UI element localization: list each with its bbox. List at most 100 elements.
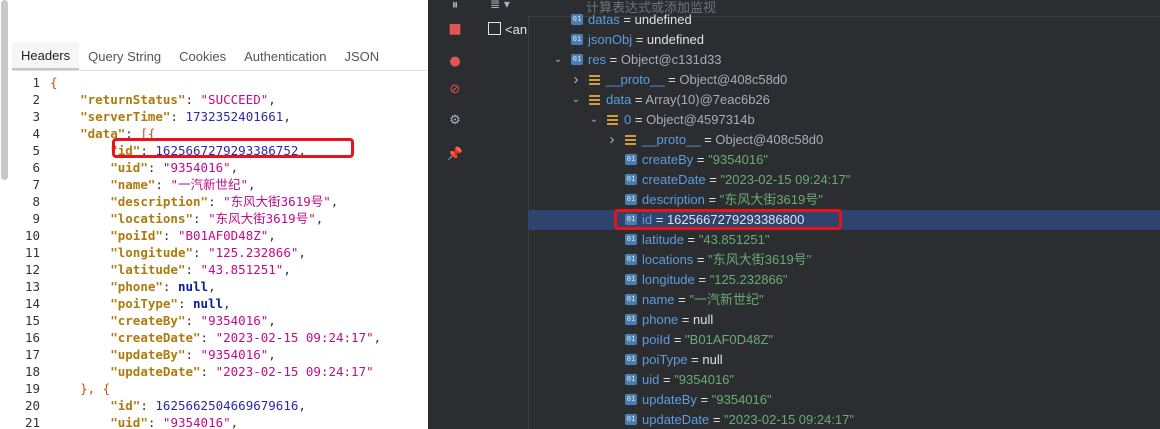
view-breakpoints-icon[interactable]: ● — [446, 52, 464, 70]
variable-name: uid — [642, 372, 660, 387]
code-text: "poiId": "B01AF0D48Z", — [50, 228, 276, 243]
code-line: 15 "createBy": "9354016", — [12, 312, 428, 329]
code-line: 14 "poiType": null, — [12, 295, 428, 312]
vertical-scrollbar[interactable] — [1, 0, 8, 180]
highlight-id-right — [614, 209, 842, 230]
code-token: : — [193, 245, 209, 260]
field-icon: 01 — [625, 374, 637, 385]
variable-name: data — [606, 92, 632, 107]
mute-breakpoints-icon[interactable]: ⊘ — [446, 80, 464, 98]
tab-authentication[interactable]: Authentication — [235, 42, 335, 70]
code-token: : — [170, 109, 186, 124]
variable-row[interactable]: › __proto__ = Object@408c58d0 — [528, 130, 1160, 150]
code-token: : — [185, 313, 201, 328]
variable-equals: = — [619, 12, 635, 27]
variable-row[interactable]: ⌄ 01 res = Object@c131d33 — [528, 50, 1160, 70]
code-token: : — [200, 364, 216, 379]
variable-name: updateDate — [642, 412, 710, 427]
variable-name: phone — [642, 312, 679, 327]
list-icon[interactable]: ≣ ▾ — [490, 0, 510, 11]
variable-row[interactable]: 01 createBy = "9354016" — [528, 150, 1160, 170]
variable-name: locations — [642, 252, 694, 267]
line-number: 19 — [24, 381, 40, 396]
code-token: : — [147, 160, 163, 175]
variable-row[interactable]: 01 updateDate = "2023-02-15 09:24:17" — [528, 410, 1160, 429]
variable-value: undefined — [634, 12, 692, 27]
code-text: "returnStatus": "SUCCEED", — [50, 92, 276, 107]
frame-icon — [488, 22, 501, 35]
variable-row[interactable]: › __proto__ = Object@408c58d0 — [528, 70, 1160, 90]
code-line: 1{ — [12, 74, 428, 91]
code-token: "uid" — [110, 415, 148, 429]
variable-name: jsonObj — [588, 32, 633, 47]
line-number: 9 — [32, 211, 40, 226]
code-token: "description" — [110, 194, 209, 209]
code-token: null — [177, 279, 209, 294]
variable-row[interactable]: 01 latitude = "43.851251" — [528, 230, 1160, 250]
tab-json[interactable]: JSON — [336, 42, 389, 70]
code-token: , — [298, 398, 306, 413]
variable-row[interactable]: 01 jsonObj = undefined — [528, 30, 1160, 50]
variable-row[interactable]: 01 createDate = "2023-02-15 09:24:17" — [528, 170, 1160, 190]
code-token: : — [200, 330, 216, 345]
line-number: 15 — [24, 313, 40, 328]
code-token: "B01AF0D48Z" — [177, 228, 269, 243]
variable-label: createDate = "2023-02-15 09:24:17" — [642, 170, 850, 190]
settings-icon[interactable]: ⚙ — [446, 111, 464, 129]
variable-row[interactable]: 01 poiType = null — [528, 350, 1160, 370]
code-text: "latitude": "43.851251", — [50, 262, 291, 277]
code-token: }, { — [80, 381, 111, 396]
variable-label: updateDate = "2023-02-15 09:24:17" — [642, 410, 854, 429]
stop-icon[interactable]: ■ — [446, 20, 464, 38]
variable-label: data = Array(10)@7eac6b26 — [606, 90, 770, 110]
line-number: 14 — [24, 296, 40, 311]
variable-row[interactable]: 01 description = "东风大街3619号" — [528, 190, 1160, 210]
variable-row[interactable]: 01 phone = null — [528, 310, 1160, 330]
variable-row[interactable]: 01 updateBy = "9354016" — [528, 390, 1160, 410]
code-token: "updateDate" — [110, 364, 201, 379]
variable-row[interactable]: ⌄ 0 = Object@4597314b — [528, 110, 1160, 130]
variable-row[interactable]: 01 uid = "9354016" — [528, 370, 1160, 390]
pause-icon[interactable]: ⏸ — [446, 0, 464, 14]
line-number: 18 — [24, 364, 40, 379]
variable-row[interactable]: 01 locations = "东风大街3619号" — [528, 250, 1160, 270]
code-token: "returnStatus" — [80, 92, 186, 107]
chevron-down-icon[interactable]: ⌄ — [571, 90, 581, 110]
variable-row[interactable]: 01 poiId = "B01AF0D48Z" — [528, 330, 1160, 350]
chevron-down-icon[interactable]: ⌄ — [589, 110, 599, 130]
variable-row[interactable]: 01 datas = undefined — [528, 10, 1160, 30]
pin-icon[interactable]: 📌 — [446, 145, 464, 163]
tab-cookies[interactable]: Cookies — [170, 42, 235, 70]
object-icon — [607, 115, 618, 125]
chevron-right-icon[interactable]: › — [571, 70, 581, 90]
frame-item[interactable]: <an — [488, 22, 527, 37]
code-text: "locations": "东风大街3619号", — [50, 211, 323, 226]
code-token: "latitude" — [110, 262, 186, 277]
tab-headers[interactable]: Headers — [12, 42, 80, 70]
code-token: : — [185, 347, 201, 362]
variable-label: locations = "东风大街3619号" — [642, 250, 811, 270]
object-icon — [589, 75, 600, 85]
variable-row[interactable]: ⌄ data = Array(10)@7eac6b26 — [528, 90, 1160, 110]
json-response-viewer[interactable]: 1{2 "returnStatus": "SUCCEED", 3 "serverT… — [12, 74, 428, 429]
variable-row[interactable]: 01 name = "一汽新世纪" — [528, 290, 1160, 310]
variable-name: description — [642, 192, 705, 207]
code-line: 18 "updateDate": "2023-02-15 09:24:17" — [12, 363, 428, 380]
code-line: 11 "longitude": "125.232866", — [12, 244, 428, 261]
code-line: 12 "latitude": "43.851251", — [12, 261, 428, 278]
tab-query-string[interactable]: Query String — [79, 42, 170, 70]
chevron-down-icon[interactable]: ⌄ — [553, 50, 563, 70]
code-token: "9354016" — [200, 313, 269, 328]
code-token: : — [155, 177, 171, 192]
chevron-right-icon[interactable]: › — [607, 130, 617, 150]
variable-row[interactable]: 01 longitude = "125.232866" — [528, 270, 1160, 290]
response-panel: Headers Query String Cookies Authentication… — [0, 0, 428, 429]
code-token: , — [230, 415, 239, 429]
code-token: "9354016" — [162, 415, 231, 429]
code-text: "id": 1625662504669679616, — [50, 398, 306, 413]
